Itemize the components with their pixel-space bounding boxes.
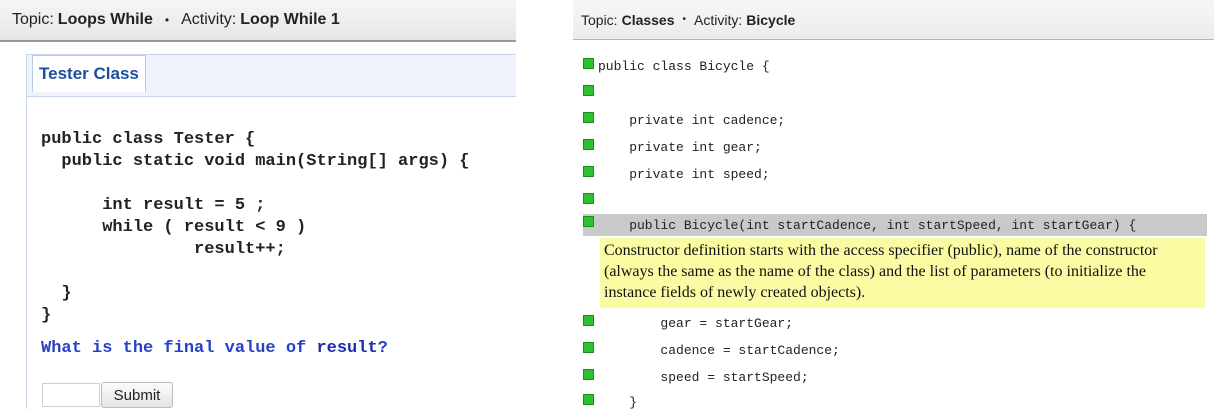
code-row[interactable] — [583, 80, 1203, 106]
code-line: } — [598, 394, 638, 410]
activity-label: Activity: — [694, 11, 743, 28]
separator-dot: • — [682, 14, 687, 25]
breakpoint-marker[interactable] — [583, 165, 594, 177]
code-line: public class Bicycle { — [598, 58, 770, 74]
code-row[interactable]: } — [583, 389, 1203, 415]
code-row[interactable]: private int cadence; — [583, 107, 1203, 133]
breakpoint-marker[interactable] — [583, 138, 594, 150]
code-line: public Bicycle(int startCadence, int sta… — [598, 217, 1137, 233]
breakpoint-marker[interactable] — [583, 341, 594, 353]
code-line: private int cadence; — [598, 112, 786, 128]
left-panel: Topic: Loops While • Activity: Loop Whil… — [0, 0, 516, 409]
code-row[interactable]: public class Bicycle { — [583, 53, 1203, 79]
topic-bar: Topic: Loops While • Activity: Loop Whil… — [0, 0, 516, 42]
breakpoint-marker[interactable] — [583, 314, 594, 326]
activity-label: Activity: — [181, 11, 237, 28]
code-line: while ( result < 9 ) — [41, 218, 307, 237]
code-row[interactable] — [583, 188, 1203, 214]
topic-label: Topic: — [12, 11, 54, 28]
breakpoint-marker[interactable] — [583, 215, 594, 227]
topic-value: Loops While — [57, 11, 153, 28]
separator-dot: • — [164, 13, 170, 27]
code-line: public static void main(String[] args) { — [41, 152, 470, 171]
code-line: result++; — [41, 240, 286, 259]
explanation-note: Constructor definition starts with the a… — [600, 238, 1205, 308]
topic-bar: Topic: Classes • Activity: Bicycle — [573, 0, 1214, 40]
code-block: public class Tester { public static void… — [41, 129, 469, 327]
breakpoint-marker[interactable] — [583, 57, 594, 69]
question-text: What is the final value of result? — [41, 339, 388, 358]
code-row[interactable]: gear = startGear; — [583, 310, 1203, 336]
code-panel: public class Tester { public static void… — [26, 96, 516, 409]
code-row[interactable]: speed = startSpeed; — [583, 364, 1203, 390]
code-line: private int speed; — [598, 166, 770, 182]
question-suffix: ? — [377, 339, 388, 358]
code-line: int result = 5 ; — [41, 196, 266, 215]
breakpoint-marker[interactable] — [583, 84, 594, 96]
breakpoint-marker[interactable] — [583, 368, 594, 380]
code-line: } — [41, 306, 52, 325]
activity-value: Bicycle — [746, 11, 796, 28]
breakpoint-marker[interactable] — [583, 393, 594, 405]
answer-input[interactable] — [42, 383, 100, 407]
question-prefix: What is the final value of — [41, 339, 317, 358]
submit-button[interactable]: Submit — [101, 382, 173, 408]
tab-tester-class[interactable]: Tester Class — [32, 55, 146, 92]
topic-value: Classes — [621, 11, 675, 28]
breakpoint-marker[interactable] — [583, 192, 594, 204]
code-line: public class Tester { — [41, 130, 256, 149]
code-line: speed = startSpeed; — [598, 369, 809, 385]
code-line: gear = startGear; — [598, 315, 794, 331]
topic-label: Topic: — [581, 11, 618, 28]
code-row[interactable]: private int gear; — [583, 134, 1203, 160]
code-line: } — [41, 284, 72, 303]
code-line: cadence = startCadence; — [598, 342, 840, 358]
breakpoint-marker[interactable] — [583, 111, 594, 123]
code-line: private int gear; — [598, 139, 762, 155]
code-row[interactable]: cadence = startCadence; — [583, 337, 1203, 363]
activity-value: Loop While 1 — [240, 11, 340, 28]
tab-strip: Tester Class — [26, 54, 516, 96]
code-row[interactable]: private int speed; — [583, 161, 1203, 187]
right-panel: Topic: Classes • Activity: Bicycle publi… — [573, 0, 1214, 410]
question-keyword: result — [316, 339, 378, 358]
code-row-selected[interactable]: public Bicycle(int startCadence, int sta… — [583, 214, 1207, 236]
